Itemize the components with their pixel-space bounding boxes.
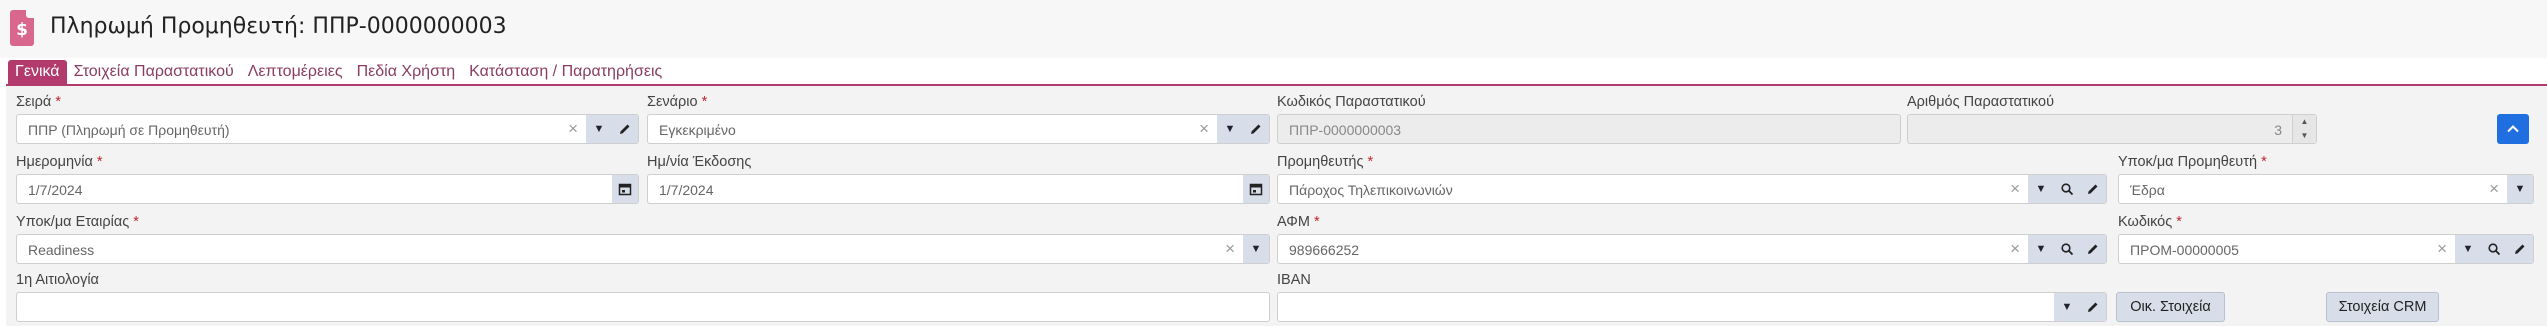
scenario-label: Σενάριο * [647, 94, 708, 110]
pencil-icon[interactable] [2080, 235, 2106, 263]
company-branch-value: Readiness [28, 242, 95, 258]
company-branch-select[interactable]: Readiness × ▼ [16, 234, 1270, 264]
code-label: Κωδικός * [2118, 214, 2182, 230]
number-spinner[interactable]: ▲ ▼ [2292, 115, 2316, 143]
chevron-down-icon[interactable]: ▼ [1217, 115, 1243, 143]
crm-info-button[interactable]: Στοιχεία CRM [2326, 292, 2439, 322]
date-value: 1/7/2024 [28, 182, 83, 198]
series-select[interactable]: ΠΠΡ (Πληρωμή σε Προμηθευτή) × ▼ [16, 114, 639, 144]
header-bar: $ Πληρωμή Προμηθευτή: ΠΠΡ-0000000003 [0, 0, 2547, 58]
iban-label: IBAN [1277, 272, 1311, 288]
page-title: Πληρωμή Προμηθευτή: ΠΠΡ-0000000003 [50, 14, 507, 39]
dollar-document-icon: $ [10, 10, 34, 46]
date-label: Ημερομηνία * [16, 154, 103, 170]
vat-value: 989666252 [1289, 242, 1360, 258]
calendar-icon[interactable] [1243, 175, 1269, 203]
iban-select[interactable]: ▼ [1277, 292, 2107, 322]
issue-date-field[interactable]: 1/7/2024 [647, 174, 1270, 204]
tab-document-details[interactable]: Στοιχεία Παραστατικού [67, 60, 241, 84]
chevron-down-icon[interactable]: ▼ [2028, 235, 2054, 263]
tab-status-notes[interactable]: Κατάσταση / Παρατηρήσεις [462, 60, 669, 84]
reason-input[interactable] [16, 292, 1270, 322]
vat-label: ΑΦΜ * [1277, 214, 1320, 230]
clear-icon[interactable]: × [2489, 179, 2499, 199]
issue-date-value: 1/7/2024 [659, 182, 714, 198]
pencil-icon[interactable] [612, 115, 638, 143]
company-branch-label: Υποκ/μα Εταιρίας * [16, 214, 139, 230]
code-select[interactable]: ΠΡΟΜ-00000005 × ▼ [2118, 234, 2534, 264]
tab-user-fields[interactable]: Πεδία Χρήστη [350, 60, 463, 84]
doc-number-field[interactable]: 3 ▲ ▼ [1907, 114, 2317, 144]
supplier-branch-select[interactable]: Έδρα × ▼ [2118, 174, 2534, 204]
chevron-down-icon[interactable]: ▼ [2028, 175, 2054, 203]
date-field[interactable]: 1/7/2024 [16, 174, 639, 204]
vat-select[interactable]: 989666252 × ▼ [1277, 234, 2107, 264]
series-label: Σειρά * [16, 94, 61, 110]
supplier-select[interactable]: Πάροχος Τηλεπικοινωνιών × ▼ [1277, 174, 2107, 204]
pencil-icon[interactable] [1243, 115, 1269, 143]
clear-icon[interactable]: × [2437, 239, 2447, 259]
search-icon[interactable] [2481, 235, 2507, 263]
chevron-down-icon[interactable]: ▼ [1243, 235, 1269, 263]
supplier-label: Προμηθευτής * [1277, 154, 1374, 170]
reason-label: 1η Αιτιολογία [16, 272, 99, 288]
pencil-icon[interactable] [2080, 175, 2106, 203]
doc-code-field: ΠΠΡ-0000000003 [1277, 114, 1901, 144]
doc-code-value: ΠΠΡ-0000000003 [1289, 122, 1402, 138]
code-value: ΠΡΟΜ-00000005 [2130, 242, 2239, 258]
search-icon[interactable] [2054, 175, 2080, 203]
doc-number-label: Αριθμός Παραστατικού [1907, 94, 2054, 110]
chevron-up-icon [2507, 125, 2519, 133]
scenario-select[interactable]: Εγκεκριμένο × ▼ [647, 114, 1270, 144]
collapse-button[interactable] [2497, 114, 2529, 144]
clear-icon[interactable]: × [1199, 119, 1209, 139]
tab-general[interactable]: Γενικά [8, 60, 67, 84]
search-icon[interactable] [2054, 235, 2080, 263]
series-value: ΠΠΡ (Πληρωμή σε Προμηθευτή) [28, 122, 230, 138]
supplier-branch-value: Έδρα [2130, 182, 2165, 198]
tab-details[interactable]: Λεπτομέρειες [241, 60, 350, 84]
calendar-icon[interactable] [612, 175, 638, 203]
chevron-down-icon[interactable]: ▼ [2455, 235, 2481, 263]
clear-icon[interactable]: × [2010, 239, 2020, 259]
supplier-branch-label: Υποκ/μα Προμηθευτή * [2118, 154, 2267, 170]
scenario-value: Εγκεκριμένο [659, 122, 736, 138]
chevron-down-icon[interactable]: ▼ [2054, 293, 2080, 321]
pencil-icon[interactable] [2080, 293, 2106, 321]
doc-code-label: Κωδικός Παραστατικού [1277, 94, 1426, 110]
clear-icon[interactable]: × [1225, 239, 1235, 259]
supplier-value: Πάροχος Τηλεπικοινωνιών [1289, 182, 1453, 198]
clear-icon[interactable]: × [2010, 179, 2020, 199]
chevron-down-icon[interactable]: ▼ [586, 115, 612, 143]
pencil-icon[interactable] [2507, 235, 2533, 263]
clear-icon[interactable]: × [568, 119, 578, 139]
financial-info-button[interactable]: Οικ. Στοιχεία [2116, 292, 2225, 322]
doc-number-value: 3 [2274, 122, 2282, 138]
chevron-down-icon[interactable]: ▼ [2507, 175, 2533, 203]
issue-date-label: Ημ/νία Έκδοσης [647, 154, 752, 170]
tab-bar: Γενικά Στοιχεία Παραστατικού Λεπτομέρειε… [8, 60, 669, 84]
